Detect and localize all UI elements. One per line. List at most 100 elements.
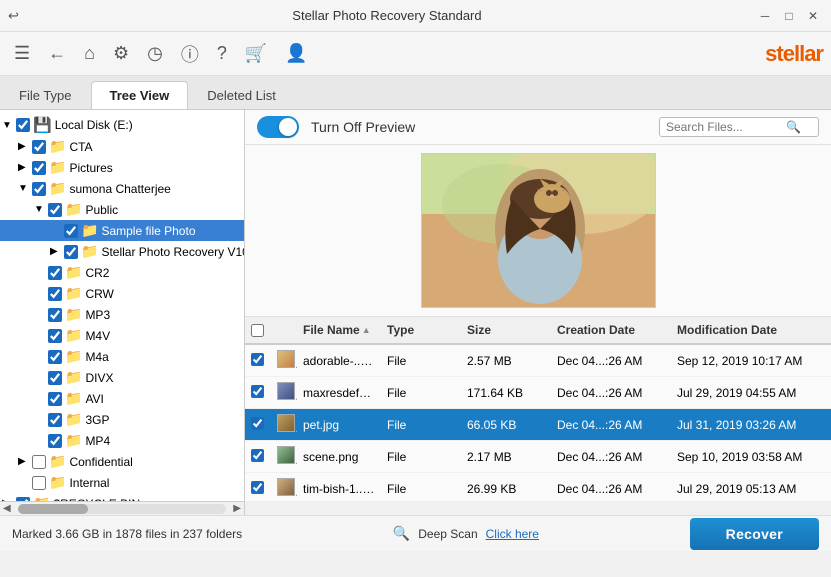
tree-item-cta[interactable]: ▶ 📁 CTA	[0, 136, 244, 157]
tree-check-pictures[interactable]	[32, 161, 46, 175]
tree-check-divx[interactable]	[48, 371, 62, 385]
tree-check-recycle[interactable]	[16, 497, 30, 502]
tree-check-crw[interactable]	[48, 287, 62, 301]
tree-check-sumona[interactable]	[32, 182, 46, 196]
chevron-right-icon: ▶	[18, 162, 32, 173]
folder-icon-blue: 📁	[81, 222, 98, 239]
tree-check-sample[interactable]	[64, 224, 78, 238]
tree-item-divx[interactable]: ▶ 📁 DIVX	[0, 367, 244, 388]
row-checkbox[interactable]	[251, 481, 264, 494]
tree-label: DIVX	[85, 371, 113, 385]
recover-button[interactable]: Recover	[690, 518, 819, 550]
tree-item-pictures[interactable]: ▶ 📁 Pictures	[0, 157, 244, 178]
tree-check-m4v[interactable]	[48, 329, 62, 343]
tree-item-3gp[interactable]: ▶ 📁 3GP	[0, 409, 244, 430]
tree-item-mp4[interactable]: ▶ 📁 MP4	[0, 430, 244, 451]
row-thumb	[271, 476, 297, 501]
tree-check-internal[interactable]	[32, 476, 46, 490]
tree-check-m4a[interactable]	[48, 350, 62, 364]
row-cb	[245, 415, 271, 435]
hamburger-button[interactable]: ☰	[8, 39, 36, 68]
tree-item-crw[interactable]: ▶ 📁 CRW	[0, 283, 244, 304]
folder-icon: 📁	[49, 159, 66, 176]
row-checkbox[interactable]	[251, 353, 264, 366]
scrollbar-track[interactable]	[18, 504, 227, 514]
close-button[interactable]: ✕	[803, 6, 823, 26]
tree-item-cr2[interactable]: ▶ 📁 CR2	[0, 262, 244, 283]
scrollbar-thumb[interactable]	[18, 504, 88, 514]
tree-label: Internal	[69, 476, 109, 490]
tree-item-public[interactable]: ▼ 📁 Public	[0, 199, 244, 220]
row-modification: Jul 29, 2019 05:13 AM	[671, 480, 831, 498]
right-panel: Turn Off Preview 🔍	[245, 110, 831, 501]
tree-check-local-disk[interactable]	[16, 118, 30, 132]
history-button[interactable]: ◷	[141, 39, 169, 68]
tree-check-avi[interactable]	[48, 392, 62, 406]
user-button[interactable]: 👤	[279, 39, 313, 68]
tree-check-3gp[interactable]	[48, 413, 62, 427]
tab-bar: File Type Tree View Deleted List	[0, 76, 831, 110]
tree-item-avi[interactable]: ▶ 📁 AVI	[0, 388, 244, 409]
tree-item-m4a[interactable]: ▶ 📁 M4a	[0, 346, 244, 367]
table-row[interactable]: maxresdefault.jpg File 171.64 KB Dec 04.…	[245, 377, 831, 409]
tree-scrollbar[interactable]: ◀ ▶	[0, 501, 245, 515]
row-checkbox[interactable]	[251, 417, 264, 430]
main-layout: ▼ 💾 Local Disk (E:) ▶ 📁 CTA ▶ 📁 Pictures…	[0, 110, 831, 501]
tab-deleted-list[interactable]: Deleted List	[188, 81, 295, 109]
tree-label: AVI	[85, 392, 103, 406]
settings-button[interactable]: ⚙	[107, 39, 135, 68]
search-input[interactable]	[666, 120, 786, 134]
search-box[interactable]: 🔍	[659, 117, 819, 137]
row-cb	[245, 479, 271, 499]
folder-icon: 📁	[49, 180, 66, 197]
tree-check-mp4[interactable]	[48, 434, 62, 448]
row-checkbox[interactable]	[251, 449, 264, 462]
maximize-button[interactable]: □	[779, 6, 799, 26]
tree-check-confidential[interactable]	[32, 455, 46, 469]
tree-item-sumona[interactable]: ▼ 📁 sumona Chatterjee	[0, 178, 244, 199]
preview-label: Turn Off Preview	[311, 119, 415, 135]
table-row[interactable]: adorable-...51164.jpg File 2.57 MB Dec 0…	[245, 345, 831, 377]
tree-item-confidential[interactable]: ▶ 📁 Confidential	[0, 451, 244, 472]
cart-button[interactable]: 🛒	[239, 39, 273, 68]
tab-file-type[interactable]: File Type	[0, 81, 91, 109]
tree-item-internal[interactable]: ▶ 📁 Internal	[0, 472, 244, 493]
info-button[interactable]: ⓘ	[175, 37, 205, 71]
tree-item-local-disk[interactable]: ▼ 💾 Local Disk (E:)	[0, 114, 244, 136]
tree-check-cta[interactable]	[32, 140, 46, 154]
minimize-button[interactable]: ─	[755, 6, 775, 26]
deep-scan-link[interactable]: Click here	[486, 527, 539, 541]
header-creation[interactable]: Creation Date	[551, 321, 671, 339]
row-checkbox[interactable]	[251, 385, 264, 398]
row-creation: Dec 04...:26 AM	[551, 416, 671, 434]
tree-item-recycle[interactable]: ▶ 📁 $RECYCLE.BIN	[0, 493, 244, 501]
tree-check-stellar[interactable]	[64, 245, 78, 259]
scroll-right-icon[interactable]: ▶	[230, 503, 244, 514]
preview-toggle[interactable]	[257, 116, 299, 138]
sort-icon: ▲	[362, 325, 371, 335]
tree-item-mp3[interactable]: ▶ 📁 MP3	[0, 304, 244, 325]
table-row[interactable]: pet.jpg File 66.05 KB Dec 04...:26 AM Ju…	[245, 409, 831, 441]
tree-check-public[interactable]	[48, 203, 62, 217]
scroll-left-icon[interactable]: ◀	[0, 503, 14, 514]
table-row[interactable]: tim-bish-1...plash.jpeg File 26.99 KB De…	[245, 473, 831, 501]
header-type[interactable]: Type	[381, 321, 461, 339]
tree-item-m4v[interactable]: ▶ 📁 M4V	[0, 325, 244, 346]
header-modification[interactable]: Modification Date	[671, 321, 831, 339]
tree-label: $RECYCLE.BIN	[53, 497, 140, 502]
tree-item-sample-file-photo[interactable]: ▶ 📁 Sample file Photo	[0, 220, 244, 241]
row-size: 2.57 MB	[461, 352, 551, 370]
tree-check-cr2[interactable]	[48, 266, 62, 280]
tree-item-stellar-recovery[interactable]: ▶ 📁 Stellar Photo Recovery V10	[0, 241, 244, 262]
folder-icon: 📁	[65, 369, 82, 386]
help-button[interactable]: ?	[211, 39, 233, 68]
table-row[interactable]: scene.png File 2.17 MB Dec 04...:26 AM S…	[245, 441, 831, 473]
home-button[interactable]: ⌂	[78, 39, 101, 68]
header-filename[interactable]: File Name ▲	[297, 321, 381, 339]
tree-check-mp3[interactable]	[48, 308, 62, 322]
header-size[interactable]: Size	[461, 321, 551, 339]
select-all-checkbox[interactable]	[251, 324, 264, 337]
row-type: File	[381, 448, 461, 466]
back-button[interactable]: ←	[42, 39, 72, 68]
tab-tree-view[interactable]: Tree View	[91, 81, 189, 109]
